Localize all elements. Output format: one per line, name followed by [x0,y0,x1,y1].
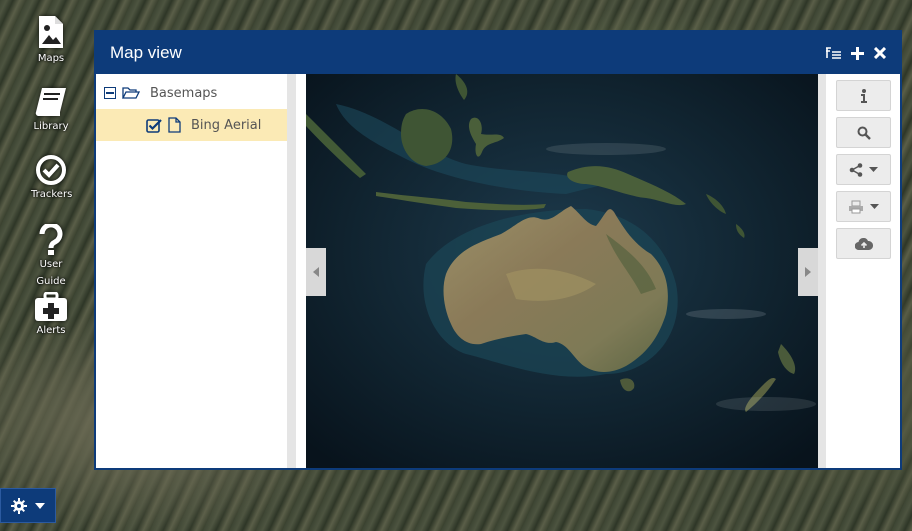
rail-label: Alerts [36,325,66,336]
rail-item-trackers[interactable]: Trackers [18,154,84,203]
satellite-map-image [306,74,818,468]
rail-item-alerts[interactable]: Alerts [18,292,84,339]
settings-button[interactable] [0,488,56,523]
cloud-upload-icon [854,237,873,250]
rail-item-maps[interactable]: Maps [18,14,84,67]
upload-button[interactable] [836,228,891,259]
caret-down-icon [35,502,45,509]
medkit-icon [35,292,67,321]
question-icon [39,224,63,255]
rail-item-library[interactable]: Library [18,86,84,135]
layer-list-icon[interactable] [826,47,841,59]
rail-label: Trackers [31,189,73,200]
gear-icon [11,497,27,514]
collapse-icon[interactable] [104,87,116,99]
panel-title: Map view [110,43,182,62]
close-icon[interactable] [874,47,886,59]
layer-item-label: Bing Aerial [191,117,262,133]
folder-open-icon [122,87,140,99]
check-circle-icon [36,155,66,185]
panel-header: Map view [96,32,900,74]
layer-group-basemaps[interactable]: Basemaps [96,77,287,109]
header-tools [826,46,886,60]
caret-down-icon [869,167,878,172]
image-file-icon [39,16,63,48]
info-button[interactable] [836,80,891,111]
map-view-panel: Map view Basemaps Bing Aerial [94,30,902,470]
layer-group-label: Basemaps [150,85,218,101]
info-icon [860,88,867,103]
map-toolbar [818,74,900,468]
chevron-left-icon [313,267,319,277]
rail-label: User Guide [36,259,66,287]
add-icon[interactable] [851,46,864,60]
search-button[interactable] [836,117,891,148]
collapse-left-panel-handle[interactable] [306,248,326,296]
checkbox-checked-icon[interactable] [146,118,162,133]
rail-item-user-guide[interactable]: User Guide [18,224,84,290]
layer-item-bing-aerial[interactable]: Bing Aerial [96,109,287,141]
caret-down-icon [870,204,879,209]
collapse-right-panel-handle[interactable] [798,248,818,296]
chevron-right-icon [805,267,811,277]
rail-label: Maps [37,53,65,64]
print-icon [849,200,863,213]
search-icon [857,126,871,140]
print-button[interactable] [836,191,891,222]
share-icon [849,162,863,177]
map-canvas[interactable] [306,74,818,468]
rail-label: Library [33,121,69,132]
file-icon [168,117,181,133]
share-button[interactable] [836,154,891,185]
book-icon [35,88,66,116]
layer-tree: Basemaps Bing Aerial [96,74,296,468]
